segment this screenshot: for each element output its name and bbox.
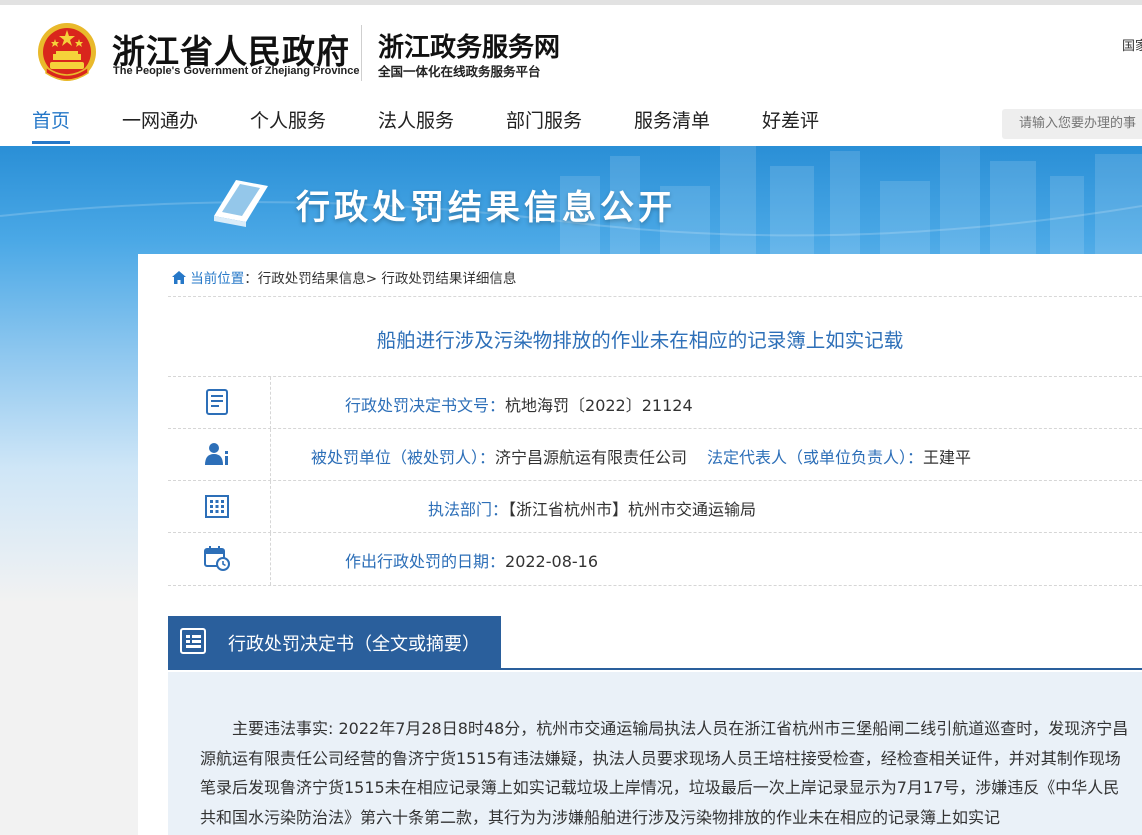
breadcrumb-level1[interactable]: 行政处罚结果信息 <box>258 271 366 287</box>
dept-value: 【浙江省杭州市】杭州市交通运输局 <box>508 500 757 519</box>
doc-no-label: 行政处罚决定书文号： <box>345 396 506 415</box>
nav-item-rating[interactable]: 好差评 <box>762 106 819 133</box>
nav-item-one-stop[interactable]: 一网通办 <box>122 106 198 133</box>
decision-section-header: 行政处罚决定书（全文或摘要） <box>168 616 1142 670</box>
search-input[interactable] <box>1002 109 1142 139</box>
page-title: 船舶进行涉及污染物排放的作业未在相应的记录簿上如实记载 <box>376 329 904 352</box>
brand-divider <box>361 25 362 81</box>
breadcrumb: 当前位置：行政处罚结果信息> 行政处罚结果详细信息 <box>172 267 516 287</box>
top-right-link[interactable]: 国家 <box>1122 35 1142 54</box>
user-icon <box>205 443 228 465</box>
breadcrumb-current-label: 当前位置 <box>190 271 245 287</box>
home-icon <box>172 271 186 284</box>
breadcrumb-divider <box>168 296 1142 297</box>
info-row-date: 作出行政处罚的日期：2022-08-16 <box>168 532 1142 586</box>
nav-item-home[interactable]: 首页 <box>32 106 70 133</box>
nav-item-department[interactable]: 部门服务 <box>506 106 582 133</box>
row-divider <box>270 533 271 585</box>
date-value: 2022-08-16 <box>505 552 598 571</box>
national-emblem-icon[interactable] <box>36 21 98 83</box>
decision-tab-title: 行政处罚决定书（全文或摘要） <box>228 634 480 655</box>
date-label: 作出行政处罚的日期： <box>345 552 506 571</box>
dept-label: 执法部门： <box>428 500 509 519</box>
service-title[interactable]: 浙江政务服务网 <box>378 27 560 64</box>
site-header: 浙江省人民政府 The People's Government of Zheji… <box>0 5 1142 146</box>
decision-body: 主要违法事实: 2022年7月28日8时48分，杭州市交通运输局执法人员在浙江省… <box>168 672 1142 835</box>
calendar-clock-icon <box>204 546 230 571</box>
decision-text: 主要违法事实: 2022年7月28日8时48分，杭州市交通运输局执法人员在浙江省… <box>200 719 1129 827</box>
breadcrumb-level2: 行政处罚结果详细信息 <box>381 271 517 287</box>
info-text-date: 作出行政处罚的日期：2022-08-16 <box>345 548 598 572</box>
brand-subtitle: The People's Government of Zhejiang Prov… <box>113 65 360 77</box>
row-divider <box>270 429 271 481</box>
row-divider <box>270 377 271 429</box>
book-icon <box>214 180 268 227</box>
document-list-icon <box>180 628 206 654</box>
nav-item-personal[interactable]: 个人服务 <box>250 106 326 133</box>
nav-item-service-list[interactable]: 服务清单 <box>634 106 710 133</box>
info-text-dept: 执法部门：【浙江省杭州市】杭州市交通运输局 <box>428 496 756 520</box>
info-row-dept: 执法部门：【浙江省杭州市】杭州市交通运输局 <box>168 480 1142 533</box>
breadcrumb-separator: > <box>365 271 382 287</box>
info-row-party: 被处罚单位（被处罚人）：济宁昌源航运有限责任公司 法定代表人（或单位负责人）：王建… <box>168 428 1142 481</box>
party-value: 济宁昌源航运有限责任公司 <box>495 448 688 467</box>
row-divider <box>270 481 271 533</box>
content-card: 当前位置：行政处罚结果信息> 行政处罚结果详细信息 船舶进行涉及污染物排放的作业… <box>138 254 1142 835</box>
service-subtitle: 全国一体化在线政务服务平台 <box>378 64 541 79</box>
banner-title: 行政处罚结果信息公开 <box>296 188 676 228</box>
party-label: 被处罚单位（被处罚人）： <box>311 448 496 467</box>
info-text-party: 被处罚单位（被处罚人）：济宁昌源航运有限责任公司 法定代表人（或单位负责人）：王建… <box>311 444 971 468</box>
building-icon <box>205 495 229 518</box>
nav-item-legal-person[interactable]: 法人服务 <box>378 106 454 133</box>
breadcrumb-colon: ： <box>244 271 258 287</box>
rep-value: 王建平 <box>923 448 972 467</box>
rep-label: 法定代表人（或单位负责人）： <box>707 448 924 467</box>
document-icon <box>206 389 228 415</box>
info-text-doc-no: 行政处罚决定书文号：杭地海罚〔2022〕21124 <box>345 392 693 416</box>
nav-active-underline <box>32 141 70 144</box>
info-row-doc-no: 行政处罚决定书文号：杭地海罚〔2022〕21124 <box>168 376 1142 429</box>
doc-no-value: 杭地海罚〔2022〕21124 <box>505 396 693 415</box>
decision-tab[interactable]: 行政处罚决定书（全文或摘要） <box>168 616 501 668</box>
